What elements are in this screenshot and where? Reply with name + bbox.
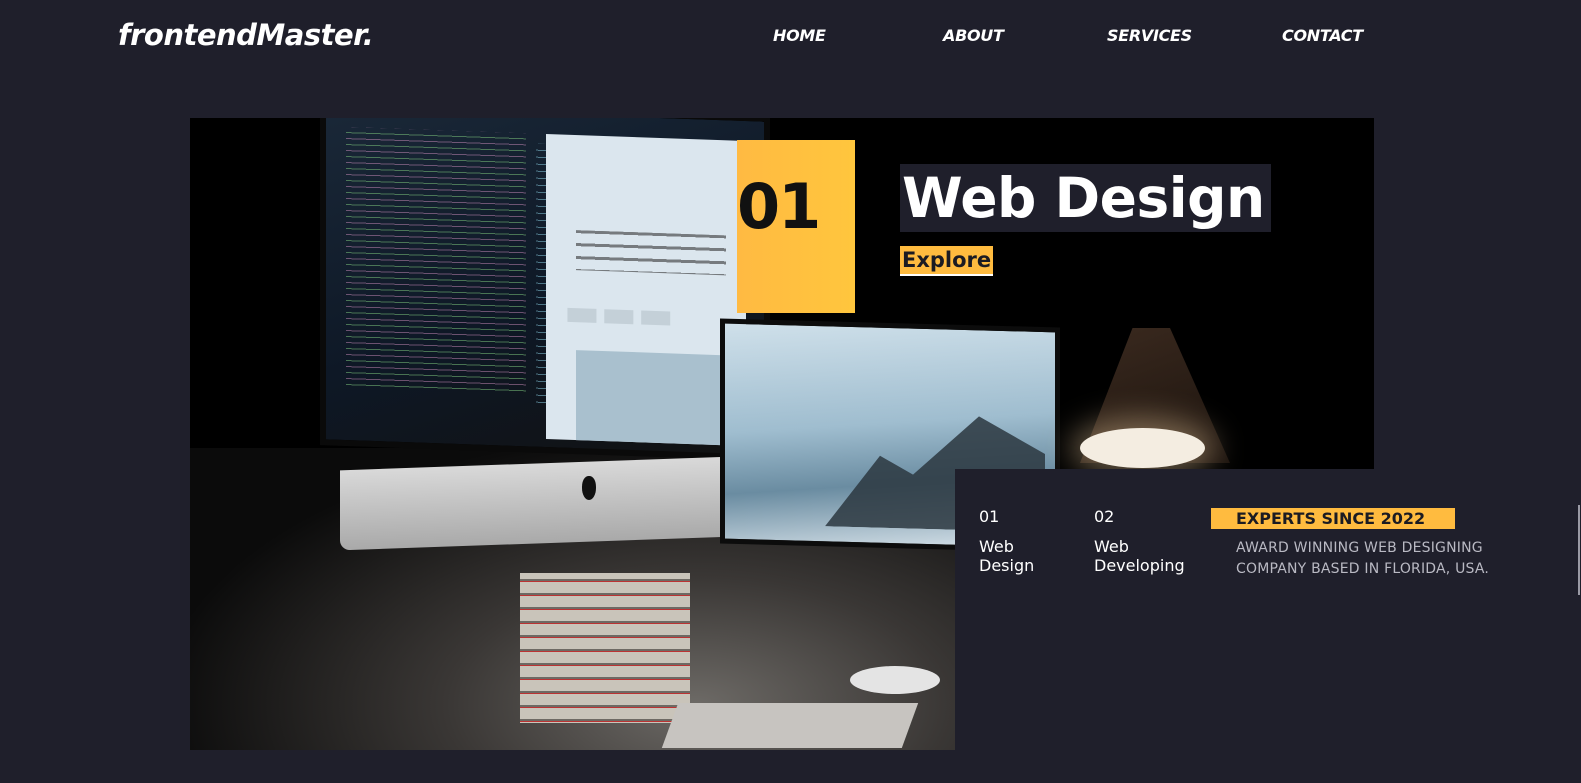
scroll-edge-line	[1578, 505, 1580, 595]
service-label-line: Design	[979, 556, 1035, 575]
service-number: 02	[1094, 507, 1115, 526]
info-panel: 01 Web Design 02 Web Developing EXPERTS …	[955, 469, 1581, 750]
site-logo[interactable]: frontendMaster.	[118, 18, 374, 52]
mouse	[850, 666, 940, 694]
imac-screen: ▬▬▬	[320, 118, 770, 461]
service-item-web-design[interactable]: 01 Web Design	[979, 507, 1034, 575]
slide-number: 01	[737, 170, 821, 243]
slide-number-box: 01	[737, 140, 855, 313]
service-number: 01	[979, 507, 1000, 526]
nav-services-link[interactable]: SERVICES	[1107, 26, 1192, 45]
code-editor-graphic	[346, 127, 526, 394]
keyboard	[661, 703, 919, 748]
nav-about-link[interactable]: ABOUT	[943, 26, 1004, 45]
browser-card-graphic	[576, 350, 726, 446]
apple-logo-icon	[582, 476, 596, 500]
book-stack	[520, 573, 690, 723]
top-navbar: frontendMaster. HOME ABOUT SERVICES CONT…	[0, 0, 1581, 80]
service-item-web-developing[interactable]: 02 Web Developing	[1094, 507, 1185, 575]
imac-chin	[340, 455, 760, 551]
browser-window-graphic: ▬▬▬	[546, 134, 746, 447]
nav-home-link[interactable]: HOME	[773, 26, 826, 45]
service-label: Web Developing	[1094, 537, 1185, 575]
hero-title: Web Design	[900, 164, 1271, 232]
lamp-light	[1080, 428, 1205, 468]
browser-work-graphic: ▬▬▬	[564, 289, 675, 338]
service-label-line: Web	[979, 537, 1014, 556]
browser-text-graphic	[576, 230, 726, 276]
explore-button[interactable]: Explore	[900, 246, 994, 276]
company-description: AWARD WINNING WEB DESIGNING COMPANY BASE…	[1236, 540, 1490, 577]
experts-badge: EXPERTS SINCE 2022	[1211, 508, 1455, 529]
service-label-line: Developing	[1094, 556, 1185, 575]
service-label-line: Web	[1094, 537, 1129, 556]
nav-contact-link[interactable]: CONTACT	[1282, 26, 1363, 45]
service-label: Web Design	[979, 537, 1034, 575]
main-menu: HOME ABOUT SERVICES CONTACT	[740, 26, 1400, 50]
